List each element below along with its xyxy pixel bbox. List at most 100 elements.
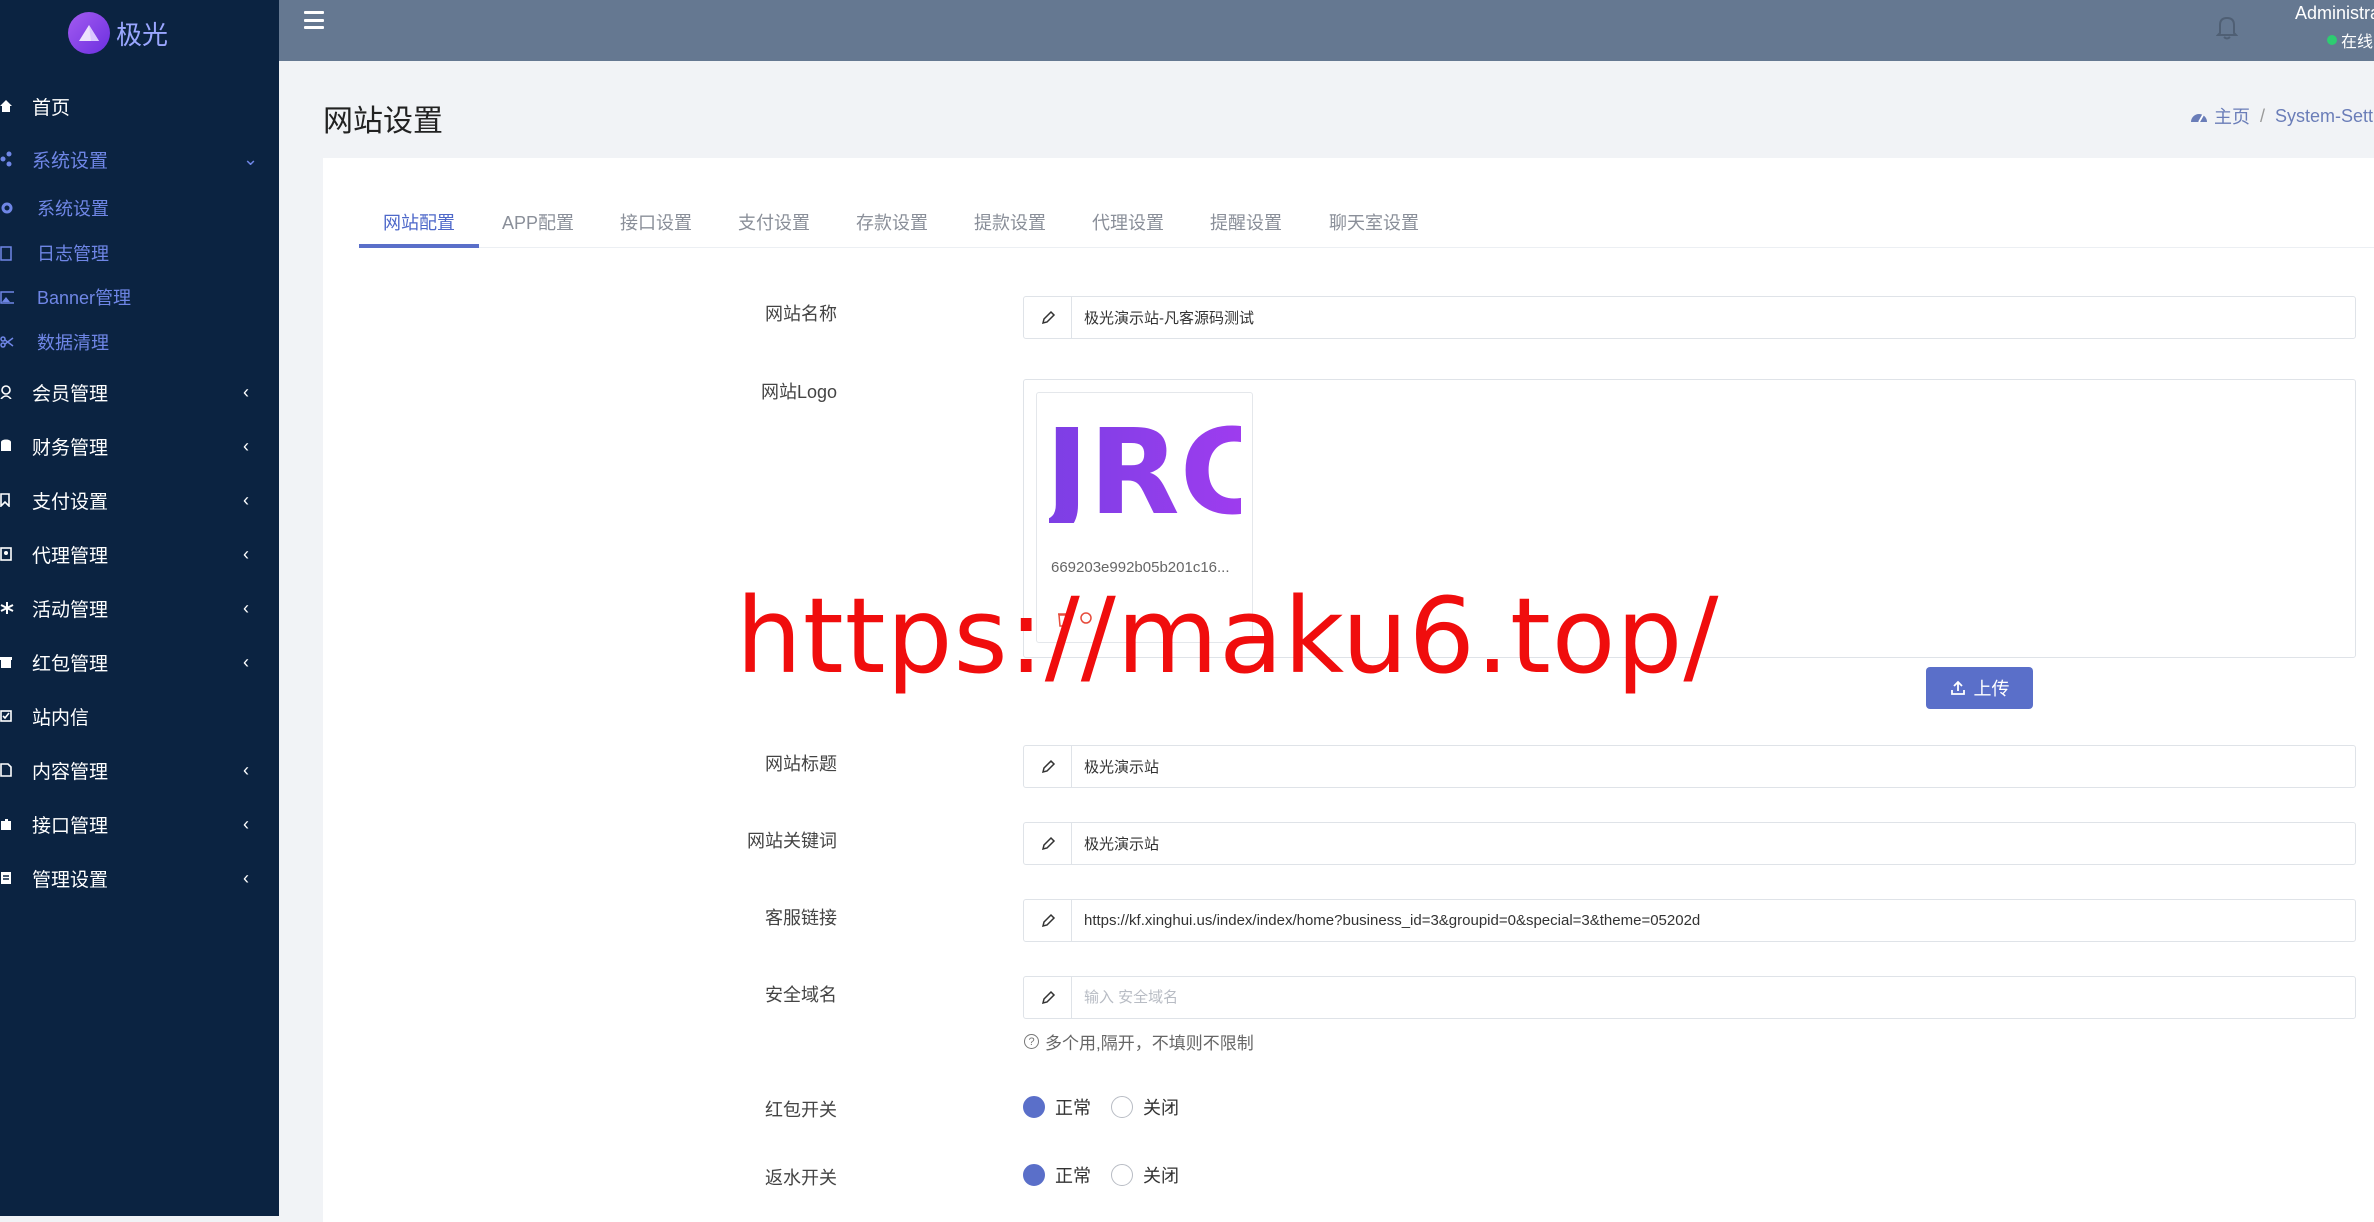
brand[interactable]: 极光 xyxy=(68,10,168,56)
sidebar-item-label: 系统设置 xyxy=(32,150,109,172)
tab-agent-settings[interactable]: 代理设置 xyxy=(1069,198,1187,246)
site-title-input[interactable] xyxy=(1072,746,2355,787)
radio-checked-icon[interactable] xyxy=(1023,1096,1045,1118)
page-title: 网站设置 xyxy=(323,105,443,138)
service-link-input[interactable] xyxy=(1072,900,2355,941)
sidebar-subitem-label: 日志管理 xyxy=(37,244,109,264)
sidebar-item-label: 接口管理 xyxy=(32,815,109,837)
file-icon xyxy=(0,761,14,779)
sidebar: 极光 首页 系统设置 ⌄ 系统设置 日志管理 Banner管理 数据清理 会员管… xyxy=(0,0,279,1216)
sidebar-item-interfaces[interactable]: 接口管理 ‹ xyxy=(0,804,279,844)
safe-domain-help: ? 多个用,隔开，不填则不限制 xyxy=(1024,1029,1254,1054)
radio-unchecked-icon[interactable] xyxy=(1111,1164,1133,1186)
doc-icon xyxy=(0,245,14,261)
pencil-icon xyxy=(1024,823,1072,864)
bell-icon[interactable] xyxy=(2215,14,2239,40)
sidebar-subitem-label: Banner管理 xyxy=(37,288,132,308)
brand-name: 极光 xyxy=(116,19,169,50)
sidebar-item-red-packets[interactable]: 红包管理 ‹ xyxy=(0,642,279,682)
menu-toggle-icon[interactable] xyxy=(304,11,324,29)
chevron-left-icon: ‹ xyxy=(243,759,249,780)
pencil-icon xyxy=(1024,977,1072,1018)
logo-image: JRC xyxy=(1049,413,1241,523)
message-icon xyxy=(0,707,14,725)
sidebar-item-system-settings[interactable]: 系统设置 ⌄ xyxy=(0,139,279,179)
site-name-input[interactable] xyxy=(1072,297,2355,338)
breadcrumb-home[interactable]: 主页 xyxy=(2214,103,2250,129)
sidebar-item-members[interactable]: 会员管理 ‹ xyxy=(0,372,279,412)
service-link-label: 客服链接 xyxy=(765,908,837,928)
rebate-switch-label: 返水开关 xyxy=(765,1168,837,1188)
chevron-left-icon: ‹ xyxy=(243,381,249,402)
upload-icon xyxy=(1950,680,1965,695)
tab-withdraw-settings[interactable]: 提款设置 xyxy=(951,198,1069,246)
dashboard-icon xyxy=(2190,109,2208,123)
redpacket-normal-option[interactable]: 正常 xyxy=(1023,1094,1091,1120)
sidebar-item-messages[interactable]: 站内信 xyxy=(0,696,279,736)
sidebar-item-home[interactable]: 首页 xyxy=(0,86,279,126)
sidebar-subitem-logs[interactable]: 日志管理 xyxy=(0,235,279,271)
safe-domain-input[interactable] xyxy=(1072,977,2355,1018)
sidebar-item-payment[interactable]: 支付设置 ‹ xyxy=(0,480,279,520)
sidebar-item-label: 管理设置 xyxy=(32,869,109,891)
logo-text: JRC xyxy=(1049,413,1241,523)
user-icon xyxy=(0,383,14,401)
radio-checked-icon[interactable] xyxy=(1023,1164,1045,1186)
option-label: 关闭 xyxy=(1143,1166,1179,1186)
sidebar-item-label: 红包管理 xyxy=(32,653,109,675)
tab-deposit-settings[interactable]: 存款设置 xyxy=(833,198,951,246)
pencil-icon xyxy=(1024,746,1072,787)
sidebar-item-label: 财务管理 xyxy=(32,437,109,459)
redpacket-switch-label: 红包开关 xyxy=(765,1100,837,1120)
admin-name[interactable]: Administrator xyxy=(2295,3,2374,24)
tab-interface-settings[interactable]: 接口设置 xyxy=(597,198,715,246)
sidebar-subitem-data-cleanup[interactable]: 数据清理 xyxy=(0,324,279,360)
list-icon xyxy=(0,869,14,887)
gift-icon xyxy=(0,653,14,671)
id-card-icon xyxy=(0,545,14,563)
tab-chatroom-settings[interactable]: 聊天室设置 xyxy=(1305,198,1443,246)
sidebar-item-label: 代理管理 xyxy=(32,545,109,567)
chevron-down-icon: ⌄ xyxy=(243,148,259,169)
radio-unchecked-icon[interactable] xyxy=(1111,1096,1133,1118)
sidebar-subitem-label: 系统设置 xyxy=(37,199,109,219)
sidebar-item-agents[interactable]: 代理管理 ‹ xyxy=(0,534,279,574)
database-icon xyxy=(0,437,14,455)
rebate-close-option[interactable]: 关闭 xyxy=(1111,1162,1179,1188)
brand-logo-icon xyxy=(68,12,110,54)
site-keywords-field xyxy=(1023,822,2356,865)
service-link-field xyxy=(1023,899,2356,942)
sidebar-item-label: 支付设置 xyxy=(32,491,109,513)
chevron-left-icon: ‹ xyxy=(243,489,249,510)
scissors-icon xyxy=(0,334,14,350)
breadcrumb-separator: / xyxy=(2260,105,2266,126)
tab-app-config[interactable]: APP配置 xyxy=(479,198,597,246)
settings-tabs: 网站配置 APP配置 接口设置 支付设置 存款设置 提款设置 代理设置 提醒设置… xyxy=(359,198,2374,248)
admin-status: 在线 xyxy=(2327,28,2373,52)
tab-payment-settings[interactable]: 支付设置 xyxy=(715,198,833,246)
site-name-field xyxy=(1023,296,2356,339)
site-keywords-label: 网站关键词 xyxy=(747,831,837,851)
sidebar-subitem-banner[interactable]: Banner管理 xyxy=(0,279,279,315)
rebate-normal-option[interactable]: 正常 xyxy=(1023,1162,1091,1188)
logo-filename: 669203e992b05b201c16... xyxy=(1051,559,1230,576)
sidebar-subitem-system-settings[interactable]: 系统设置 xyxy=(0,190,279,226)
pencil-icon xyxy=(1024,900,1072,941)
online-status-icon xyxy=(2327,35,2337,45)
tab-site-config[interactable]: 网站配置 xyxy=(359,198,479,246)
safe-domain-field xyxy=(1023,976,2356,1019)
top-header: Administrator 在线 xyxy=(279,0,2374,61)
chevron-left-icon: ‹ xyxy=(243,867,249,888)
sidebar-item-finance[interactable]: 财务管理 ‹ xyxy=(0,426,279,466)
site-keywords-input[interactable] xyxy=(1072,823,2355,864)
sidebar-item-content[interactable]: 内容管理 ‹ xyxy=(0,750,279,790)
tab-reminder-settings[interactable]: 提醒设置 xyxy=(1187,198,1305,246)
site-logo-label: 网站Logo xyxy=(760,382,837,402)
sidebar-item-activities[interactable]: 活动管理 ‹ xyxy=(0,588,279,628)
option-label: 正常 xyxy=(1055,1098,1091,1118)
active-tab-indicator xyxy=(359,244,479,248)
sidebar-item-admin-settings[interactable]: 管理设置 ‹ xyxy=(0,858,279,898)
upload-button[interactable]: 上传 xyxy=(1926,667,2033,709)
site-name-label: 网站名称 xyxy=(765,304,837,324)
redpacket-close-option[interactable]: 关闭 xyxy=(1111,1094,1179,1120)
